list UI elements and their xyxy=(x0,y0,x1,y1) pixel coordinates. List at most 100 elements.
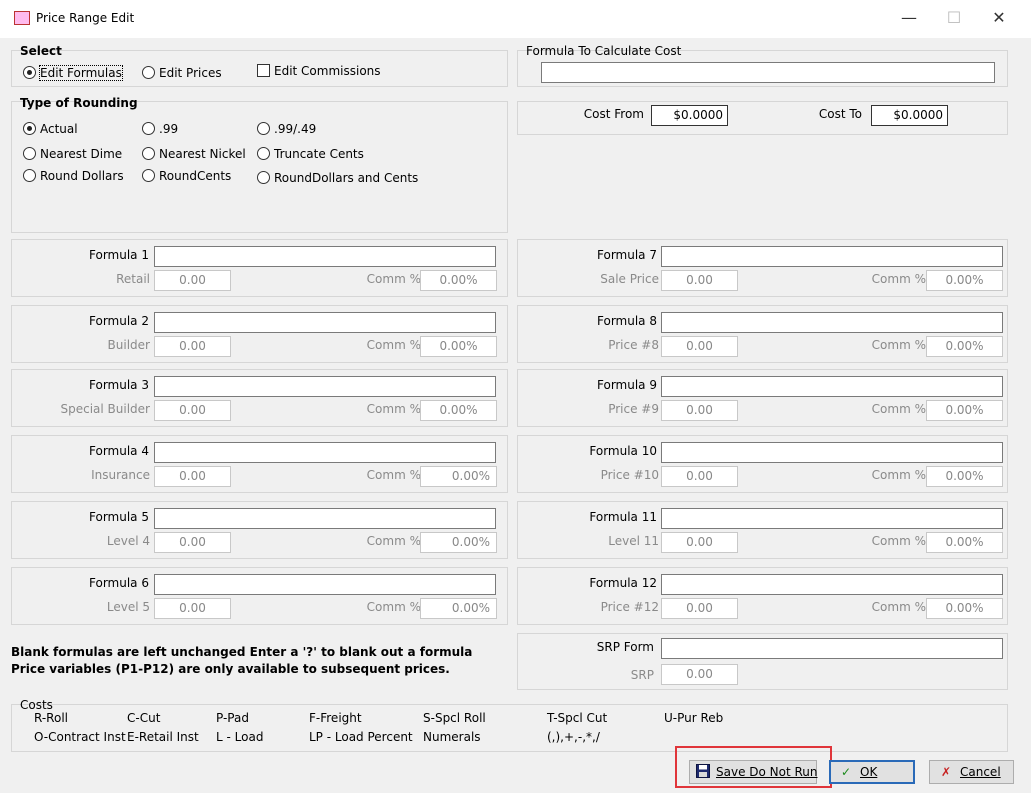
price-label: Special Builder xyxy=(60,402,151,416)
radio-round-cents[interactable]: RoundCents xyxy=(142,169,231,183)
cost-code: LP - Load Percent xyxy=(309,730,413,744)
comm-input[interactable]: 0.00% xyxy=(926,532,1003,553)
formula-input[interactable] xyxy=(661,442,1003,463)
price-input[interactable]: 0.00 xyxy=(661,336,738,357)
checkbox-box xyxy=(257,64,270,77)
formula-input[interactable] xyxy=(154,246,496,267)
cancel-button-label: Cancel xyxy=(960,765,1001,779)
checkbox-label: Edit Commissions xyxy=(274,64,381,78)
checkbox-edit-commissions[interactable]: Edit Commissions xyxy=(257,64,381,78)
price-input[interactable]: 0.00 xyxy=(661,270,738,291)
cost-to-input[interactable]: $0.0000 xyxy=(871,105,948,126)
radio-edit-prices[interactable]: Edit Prices xyxy=(142,66,222,80)
price-input[interactable]: 0.00 xyxy=(154,270,231,291)
maximize-icon[interactable]: ☐ xyxy=(934,6,974,32)
close-icon[interactable]: ✕ xyxy=(979,6,1019,32)
radio-nearest-nickel[interactable]: Nearest Nickel xyxy=(142,147,246,161)
comm-input[interactable]: 0.00% xyxy=(926,270,1003,291)
price-input[interactable]: 0.00 xyxy=(154,598,231,619)
comm-label: Comm % xyxy=(366,534,421,548)
formula-label: Formula 5 xyxy=(89,510,149,524)
comm-input[interactable]: 0.00% xyxy=(926,400,1003,421)
formula-input[interactable] xyxy=(154,508,496,529)
cost-code: L - Load xyxy=(216,730,264,744)
price-input[interactable]: 0.00 xyxy=(661,532,738,553)
comm-label: Comm % xyxy=(871,402,926,416)
price-input[interactable]: 0.00 xyxy=(661,400,738,421)
radio-99[interactable]: .99 xyxy=(142,122,178,136)
comm-label: Comm % xyxy=(366,468,421,482)
formula-label: Formula 1 xyxy=(89,248,149,262)
minimize-icon[interactable]: — xyxy=(889,6,929,32)
srp-price-input[interactable]: 0.00 xyxy=(661,664,738,685)
price-input[interactable]: 0.00 xyxy=(154,336,231,357)
cost-from-input[interactable]: $0.0000 xyxy=(651,105,728,126)
radio-label: Edit Formulas xyxy=(39,65,123,81)
cost-code: T-Spcl Cut xyxy=(547,711,608,725)
radio-truncate-cents[interactable]: Truncate Cents xyxy=(257,147,364,161)
formula-input[interactable] xyxy=(154,376,496,397)
formula-input[interactable] xyxy=(661,508,1003,529)
radio-label: RoundDollars and Cents xyxy=(274,171,419,185)
cost-code: O-Contract Inst xyxy=(34,730,126,744)
formula-input[interactable] xyxy=(661,376,1003,397)
note-blank-formulas: Blank formulas are left unchanged Enter … xyxy=(11,645,473,659)
cost-code: Numerals xyxy=(423,730,481,744)
formula-label: Formula 8 xyxy=(597,314,657,328)
radio-label: Nearest Dime xyxy=(40,147,123,161)
radio-nearest-dime[interactable]: Nearest Dime xyxy=(23,147,122,161)
radio-actual[interactable]: Actual xyxy=(23,122,78,136)
cost-code: (,),+,-,*,/ xyxy=(547,730,600,744)
radio-label: Round Dollars xyxy=(40,169,124,183)
radio-label: Actual xyxy=(40,122,78,136)
price-label: Level 5 xyxy=(106,600,150,614)
comm-label: Comm % xyxy=(871,272,926,286)
comm-input[interactable]: 0.00% xyxy=(420,598,497,619)
srp-price-label: SRP xyxy=(630,668,654,682)
radio-round-dollars-and-cents[interactable]: RoundDollars and Cents xyxy=(257,171,418,185)
ok-button-label: OK xyxy=(860,765,878,779)
formula-input[interactable] xyxy=(154,312,496,333)
comm-label: Comm % xyxy=(871,600,926,614)
radio-dot xyxy=(142,66,155,79)
comm-input[interactable]: 0.00% xyxy=(926,336,1003,357)
comm-input[interactable]: 0.00% xyxy=(926,598,1003,619)
formula-input[interactable] xyxy=(154,442,496,463)
radio-edit-formulas[interactable]: Edit Formulas xyxy=(23,65,123,81)
comm-input[interactable]: 0.00% xyxy=(420,270,497,291)
price-input[interactable]: 0.00 xyxy=(661,598,738,619)
comm-label: Comm % xyxy=(871,534,926,548)
radio-round-dollars[interactable]: Round Dollars xyxy=(23,169,124,183)
cancel-button[interactable]: ✗ Cancel xyxy=(929,760,1014,784)
save-do-not-run-button[interactable]: Save Do Not Run xyxy=(689,760,818,784)
price-label: Price #10 xyxy=(600,468,659,482)
ok-button[interactable]: ✓ OK xyxy=(829,760,915,784)
price-input[interactable]: 0.00 xyxy=(154,466,231,487)
comm-label: Comm % xyxy=(871,468,926,482)
formula-input[interactable] xyxy=(661,246,1003,267)
comm-input[interactable]: 0.00% xyxy=(420,532,497,553)
formula-label: Formula 11 xyxy=(589,510,657,524)
formula-input[interactable] xyxy=(661,574,1003,595)
formula-input[interactable] xyxy=(154,574,496,595)
comm-input[interactable]: 0.00% xyxy=(420,336,497,357)
formula-label: Formula 3 xyxy=(89,378,149,392)
price-label: Price #9 xyxy=(608,402,659,416)
cost-formula-input[interactable] xyxy=(541,62,995,83)
srp-form-label: SRP Form xyxy=(596,640,654,654)
srp-form-input[interactable] xyxy=(661,638,1003,659)
comm-input[interactable]: 0.00% xyxy=(420,400,497,421)
comm-label: Comm % xyxy=(366,402,421,416)
radio-dot xyxy=(142,122,155,135)
cost-code: U-Pur Reb xyxy=(664,711,724,725)
formula-input[interactable] xyxy=(661,312,1003,333)
radio-99-49[interactable]: .99/.49 xyxy=(257,122,316,136)
rounding-group xyxy=(11,101,508,233)
costs-title: Costs xyxy=(20,698,53,712)
comm-input[interactable]: 0.00% xyxy=(926,466,1003,487)
price-label: Builder xyxy=(107,338,150,352)
price-input[interactable]: 0.00 xyxy=(154,400,231,421)
price-input[interactable]: 0.00 xyxy=(154,532,231,553)
price-input[interactable]: 0.00 xyxy=(661,466,738,487)
comm-input[interactable]: 0.00% xyxy=(420,466,497,487)
